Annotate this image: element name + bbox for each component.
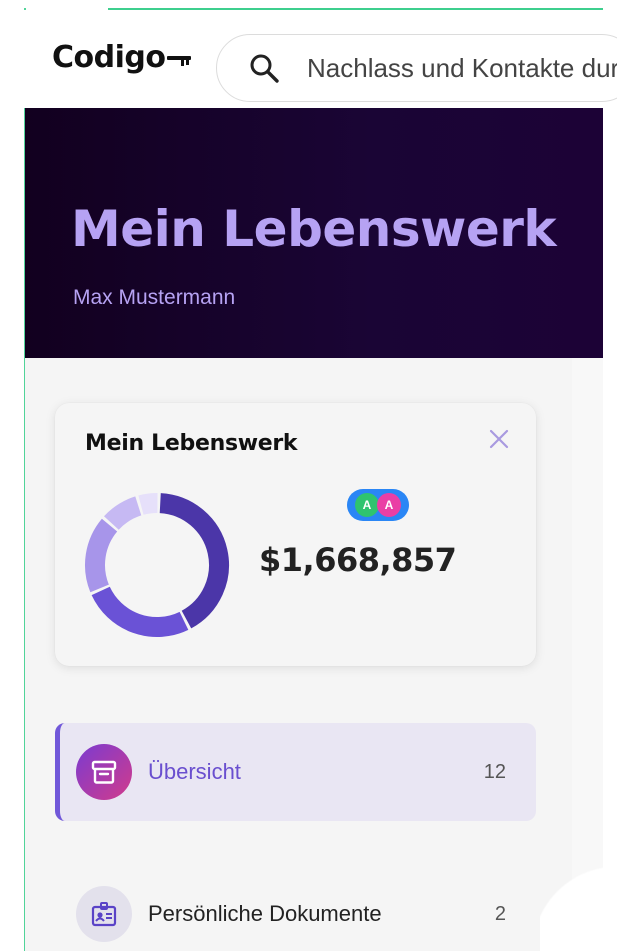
donut-slice	[138, 493, 158, 515]
logo-text: Codigo	[52, 40, 166, 75]
app-frame: Codigo Mein Lebenswerk Max Mustermann Me…	[0, 0, 617, 951]
user-name: Max Mustermann	[73, 286, 236, 309]
search-input[interactable]	[307, 52, 617, 84]
archive-box-icon	[76, 744, 132, 800]
key-icon	[167, 55, 192, 66]
nav-item-count: 12	[483, 760, 506, 783]
close-icon[interactable]	[485, 425, 513, 453]
donut-slice	[104, 496, 142, 531]
avatar: A	[355, 493, 379, 517]
nav-item-uebersicht[interactable]: Übersicht 12	[55, 723, 536, 821]
screen-corner	[540, 820, 617, 951]
nav-item-label: Persönliche Dokumente	[148, 901, 382, 926]
shared-with-avatars[interactable]: A A	[347, 485, 411, 525]
donut-slice	[91, 586, 189, 637]
hero-banner: Mein Lebenswerk Max Mustermann	[25, 108, 603, 358]
estate-summary-card: Mein Lebenswerk A A $1,668,857	[55, 403, 536, 666]
search-icon	[250, 54, 279, 83]
asset-donut-chart	[85, 493, 229, 637]
search-bar[interactable]	[216, 34, 617, 102]
donut-slice	[159, 493, 229, 629]
nav-item-count: 2	[494, 902, 506, 925]
avatar: A	[377, 493, 401, 517]
total-value: $1,668,857	[259, 541, 457, 579]
main-content: Mein Lebenswerk A A $1,668,857 Übersicht…	[25, 358, 603, 951]
card-title: Mein Lebenswerk	[85, 431, 298, 456]
page-title: Mein Lebenswerk	[71, 200, 557, 258]
nav-item-label: Übersicht	[148, 759, 241, 784]
id-badge-icon	[76, 886, 132, 942]
app-logo[interactable]: Codigo	[52, 40, 193, 75]
nav-item-persoenliche-dokumente[interactable]: Persönliche Dokumente 2	[55, 865, 536, 951]
top-bar: Codigo	[0, 10, 617, 108]
donut-slice	[85, 518, 118, 593]
